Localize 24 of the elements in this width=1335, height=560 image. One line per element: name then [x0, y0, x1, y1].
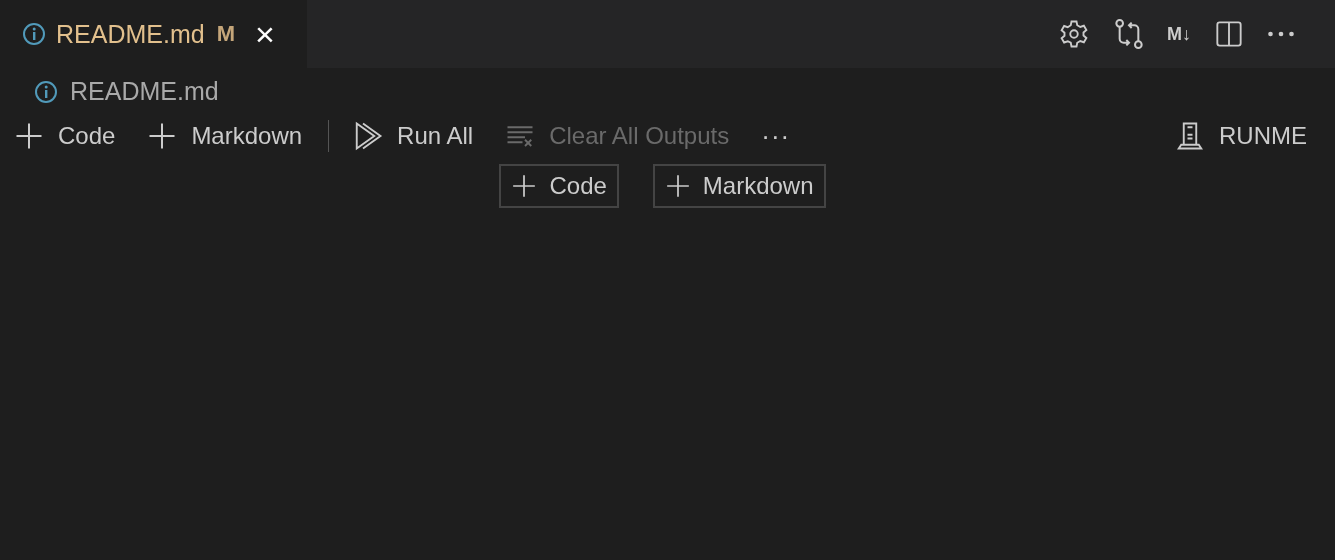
editor-tab[interactable]: README.md M ×	[0, 0, 307, 68]
compare-changes-icon[interactable]	[1113, 18, 1145, 50]
insert-cell-button[interactable]: Code	[499, 164, 619, 208]
markdown-preview-icon[interactable]: M↓	[1167, 23, 1191, 45]
add-cell-button[interactable]: Markdown	[147, 121, 303, 151]
info-icon	[34, 79, 58, 104]
more-actions-button[interactable]: ···	[761, 120, 791, 152]
more-icon[interactable]	[1267, 29, 1295, 39]
plus-icon	[664, 173, 691, 199]
run-all-button[interactable]: Run All	[353, 121, 474, 151]
plus-icon	[14, 121, 44, 151]
plus-icon	[147, 121, 178, 151]
breadcrumb-item[interactable]: README.md	[0, 68, 219, 106]
settings-icon[interactable]	[1059, 19, 1089, 49]
runme-button[interactable]: RUNME	[1175, 121, 1307, 151]
info-icon	[22, 22, 46, 46]
close-button[interactable]: ×	[254, 17, 275, 51]
insert-cell-button[interactable]: Markdown	[652, 164, 826, 208]
split-editor-icon[interactable]	[1215, 20, 1243, 48]
device-icon	[1175, 121, 1205, 151]
modified-indicator: M	[216, 21, 235, 47]
run-all-icon	[353, 121, 384, 151]
plus-icon	[511, 173, 538, 199]
add-cell-button[interactable]: Code	[14, 121, 116, 151]
